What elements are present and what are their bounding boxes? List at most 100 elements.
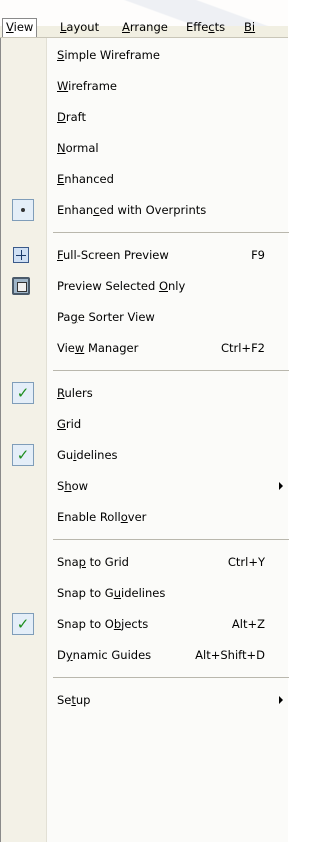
menu-item-label: Rulers [57,378,93,408]
menu-item-setup[interactable]: Setup [1,685,289,715]
menu-item-label: Draft [57,102,86,132]
menu-separator [53,232,289,233]
label-part: imple Wireframe [64,48,160,62]
label-part: ver [127,510,147,524]
preview-selected-icon [12,277,30,295]
menu-item-show[interactable]: Show [1,471,289,501]
check-icon: ✓ [12,613,34,635]
menu-item-draft[interactable]: Draft [1,102,289,132]
label-part: N [57,141,66,155]
menu-item-full-screen-preview[interactable]: Full-Screen Preview F9 [1,240,289,270]
menu-bar: View Layout Arrange Effects Bi [0,0,288,38]
menu-item-label: Dynamic Guides [57,640,151,670]
label-part: V [6,20,14,34]
menu-item-label: Setup [57,685,90,715]
label-part: Pa [57,310,71,324]
label-part: Enable Roll [57,510,121,524]
label-part: w [74,341,85,355]
menu-item-label: Grid [57,409,81,439]
menu-separator [53,539,289,540]
label-part: p [78,555,86,569]
label-part: delines [76,448,118,462]
label-part: Sna [57,555,79,569]
label-part: namic Guides [72,648,152,662]
label-part: ireframe [68,79,117,93]
label-part: rrange [129,20,168,34]
menu-item-grid[interactable]: Grid [1,409,289,439]
menu-item-enhanced-with-overprints[interactable]: Enhanced with Overprints [1,195,289,225]
menu-bi[interactable]: Bi [240,18,259,37]
menu-item-enhanced[interactable]: Enhanced [1,164,289,194]
label-part: idelines [121,586,166,600]
label-part: nhanced [64,172,114,186]
label-part: ulers [64,386,93,400]
label-part: to Grid [85,555,129,569]
menu-layout[interactable]: Layout [56,18,103,37]
submenu-arrow-icon [279,482,283,490]
label-part: A [122,20,130,34]
label-part: o [120,510,128,524]
view-menu-dropdown: Simple Wireframe Wireframe Draft Normal Enha… [0,38,289,842]
radio-dot-icon [12,199,34,221]
label-part: rid [65,417,82,431]
label-part: h [64,479,72,493]
menu-item-enable-rollover[interactable]: Enable Rollover [1,502,289,532]
menu-item-snap-to-guidelines[interactable]: Snap to Guidelines [1,578,289,608]
menu-item-label: Page Sorter View [57,302,155,332]
menu-view[interactable]: View [2,18,38,37]
menu-effects[interactable]: Effects [182,18,229,37]
menu-item-snap-to-objects[interactable]: ✓ Snap to Objects Alt+Z [1,609,289,639]
label-part: G [57,417,66,431]
label-part: g [70,310,78,324]
menu-item-dynamic-guides[interactable]: Dynamic Guides Alt+Shift+D [1,640,289,670]
label-part: Preview Selected [57,279,159,293]
label-part: ull-Screen Preview [63,248,169,262]
label-part: y [65,648,73,662]
menu-item-page-sorter-view[interactable]: Page Sorter View [1,302,289,332]
label-part: D [57,110,66,124]
menu-item-label: View Manager [57,333,138,363]
menu-separator [53,677,289,678]
label-part: up [75,693,91,707]
menu-item-simple-wireframe[interactable]: Simple Wireframe [1,40,289,70]
label-part: Manager [84,341,139,355]
menu-item-label: Enhanced [57,164,114,194]
menu-item-wireframe[interactable]: Wireframe [1,71,289,101]
label-part: Gu [57,448,74,462]
label-part: Snap to G [57,586,114,600]
menu-item-label: Enable Rollover [57,502,146,532]
menu-item-label: Preview Selected Only [57,271,185,301]
label-part: Snap to O [57,617,114,631]
label-part: ormal [65,141,99,155]
label-part: Se [57,693,72,707]
menu-item-rulers[interactable]: ✓ Rulers [1,378,289,408]
shortcut-label: F9 [251,248,265,262]
label-part: nly [168,279,186,293]
label-part: Enhan [57,203,94,217]
label-part: jects [121,617,149,631]
label-part: ayout [66,20,100,34]
menu-item-normal[interactable]: Normal [1,133,289,163]
label-part: ts [214,20,226,34]
menu-arrange[interactable]: Arrange [118,18,172,37]
check-icon: ✓ [12,444,34,466]
label-part: ow [71,479,89,493]
label-part: e Sorter View [77,310,155,324]
menu-item-guidelines[interactable]: ✓ Guidelines [1,440,289,470]
label-part: Vie [57,341,75,355]
label-part: u [113,586,121,600]
shortcut-label: Alt+Shift+D [195,648,265,662]
menu-item-label: Wireframe [57,71,117,101]
menu-item-view-manager[interactable]: View Manager Ctrl+F2 [1,333,289,363]
shortcut-label: Ctrl+F2 [220,341,265,355]
menu-item-label: Snap to Grid [57,547,129,577]
menu-item-label: Guidelines [57,440,118,470]
menu-item-preview-selected-only[interactable]: Preview Selected Only [1,271,289,301]
menu-item-label: Full-Screen Preview [57,240,169,270]
label-part: Bi [244,20,256,34]
menu-item-label: Snap to Objects [57,609,148,639]
menu-separator [53,370,289,371]
menu-item-snap-to-grid[interactable]: Snap to Grid Ctrl+Y [1,547,289,577]
label-part: D [57,648,66,662]
label-part: Effe [186,20,209,34]
